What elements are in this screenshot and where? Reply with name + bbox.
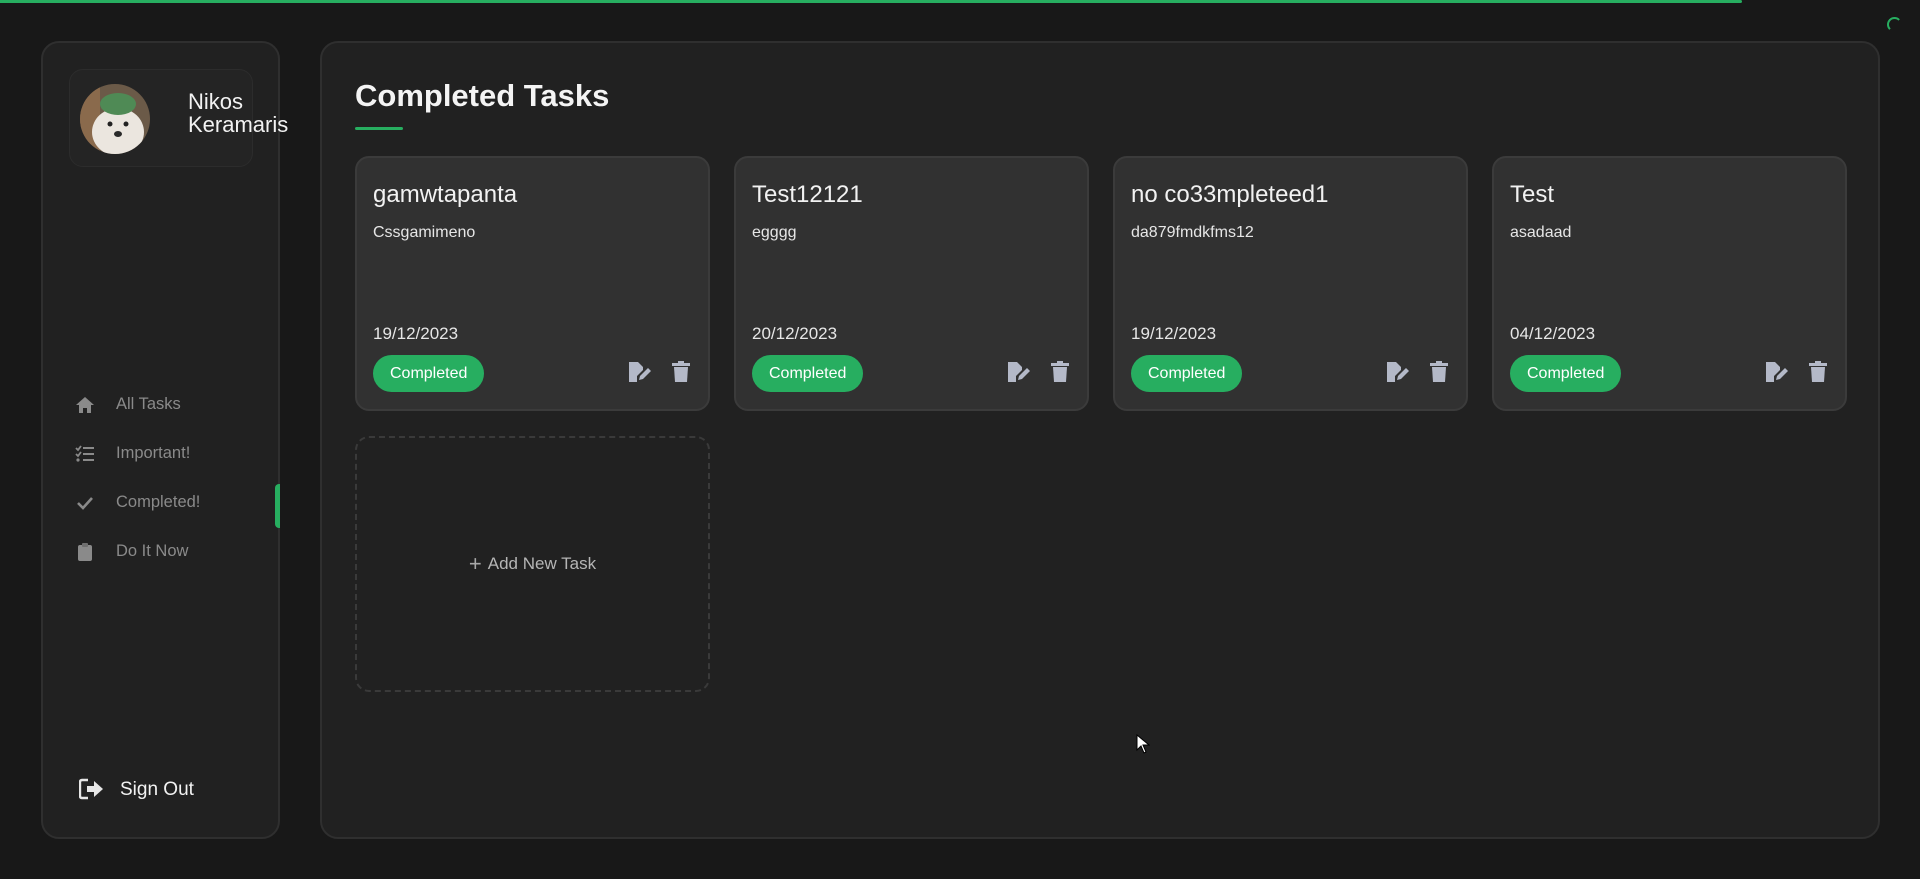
sidebar-item-label: All Tasks [116,395,181,413]
avatar [80,84,150,154]
sign-out-button[interactable]: Sign Out [78,778,194,802]
trash-icon[interactable] [1047,359,1073,385]
task-card: Test12121 egggg 20/12/2023 Completed [734,156,1089,411]
task-date: 04/12/2023 [1510,324,1596,343]
main-panel: Completed Tasks gamwtapanta Cssgamimeno … [320,41,1880,839]
status-badge[interactable]: Completed [1510,355,1622,392]
home-icon [75,395,95,415]
task-description: da879fmdkfms12 [1131,224,1254,241]
task-actions [1005,359,1073,385]
page-title: Completed Tasks [355,78,610,113]
trash-icon[interactable] [1426,359,1452,385]
mouse-cursor-icon [1136,733,1151,759]
check-icon [75,493,95,513]
user-profile[interactable]: Nikos Keramaris [69,69,288,167]
edit-icon[interactable] [626,359,652,385]
plus-icon: + [468,551,482,576]
status-badge[interactable]: Completed [752,355,864,392]
task-date: 20/12/2023 [752,324,838,343]
sign-out-icon [78,778,105,802]
task-actions [1384,359,1452,385]
sidebar-item-all-tasks[interactable]: All Tasks [43,380,278,429]
task-date: 19/12/2023 [373,324,459,343]
task-actions [1763,359,1831,385]
task-actions [626,359,694,385]
edit-icon[interactable] [1005,359,1031,385]
status-badge[interactable]: Completed [373,355,485,392]
sidebar-item-label: Completed! [116,493,201,511]
sign-out-label: Sign Out [120,779,194,800]
sidebar-item-label: Important! [116,444,191,462]
task-card: no co33mpleteed1 da879fmdkfms12 19/12/20… [1113,156,1468,411]
sidebar: Nikos Keramaris All Tasks Important! Com… [41,41,288,839]
task-title: no co33mpleteed1 [1131,181,1329,208]
edit-icon[interactable] [1384,359,1410,385]
trash-icon[interactable] [1805,359,1831,385]
sidebar-item-do-it-now[interactable]: Do It Now [43,527,278,576]
status-badge[interactable]: Completed [1131,355,1243,392]
task-description: asadaad [1510,224,1572,241]
add-new-task-label: Add New Task [487,554,597,573]
task-card: Test asadaad 04/12/2023 Completed [1492,156,1847,411]
sidebar-item-label: Do It Now [116,542,189,560]
trash-icon[interactable] [668,359,694,385]
task-title: Test12121 [752,181,863,208]
task-title: gamwtapanta [373,181,518,208]
edit-icon[interactable] [1763,359,1789,385]
clipboard-icon [75,542,95,562]
task-description: Cssgamimeno [373,224,476,241]
user-name: Nikos Keramaris [188,89,289,137]
add-new-task-button[interactable]: + Add New Task [355,436,710,692]
task-card: gamwtapanta Cssgamimeno 19/12/2023 Compl… [355,156,710,411]
page-loading-bar [0,0,1742,3]
sidebar-nav: All Tasks Important! Completed! Do It No… [43,380,280,576]
sidebar-item-important[interactable]: Important! [43,429,278,478]
task-description: egggg [752,224,797,241]
active-indicator [275,484,280,528]
list-check-icon [75,444,95,464]
title-underline [355,127,403,130]
task-date: 19/12/2023 [1131,324,1217,343]
sidebar-item-completed[interactable]: Completed! [43,478,280,528]
task-title: Test [1510,181,1555,208]
loading-spinner-icon [1887,17,1902,32]
